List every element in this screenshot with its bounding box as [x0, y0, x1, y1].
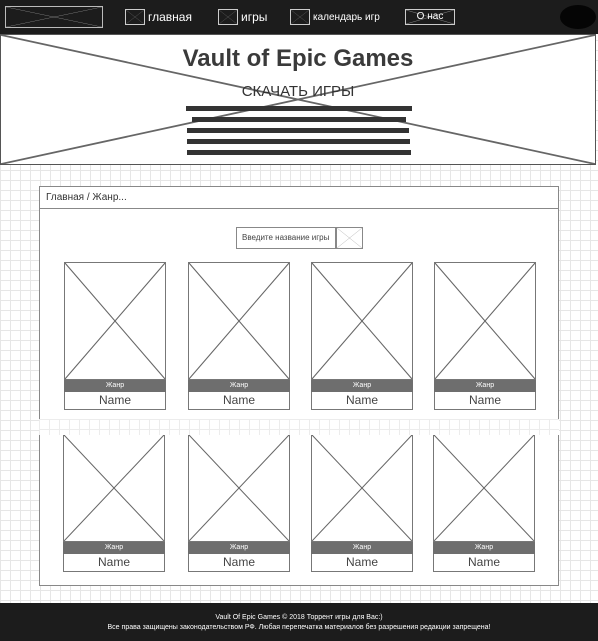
game-name-label: Name	[188, 554, 290, 572]
nav-item-label: календарь игр	[313, 11, 380, 23]
game-genre-label: Жанр	[188, 542, 290, 554]
game-name-label: Name	[433, 554, 535, 572]
game-card[interactable]: Жанр Name	[311, 434, 413, 572]
hero-text-line	[192, 117, 406, 122]
game-genre-label: Жанр	[64, 380, 166, 392]
game-cover-placeholder-icon	[64, 262, 166, 380]
hero-text-line	[187, 139, 410, 144]
game-name-label: Name	[434, 392, 536, 410]
nav-item-home[interactable]: главная	[125, 8, 192, 26]
user-avatar-blob	[560, 5, 596, 29]
search-button[interactable]	[336, 227, 363, 249]
game-card[interactable]: Жанр Name	[64, 262, 166, 410]
game-name-label: Name	[64, 392, 166, 410]
game-card[interactable]: Жанр Name	[188, 434, 290, 572]
game-cover-placeholder-icon	[188, 262, 290, 380]
hero-text-line	[187, 150, 411, 155]
footer-legal-notice: Все права защищены законодательством РФ.…	[107, 624, 491, 631]
nav-item-label: главная	[148, 10, 192, 24]
top-navigation-bar: главная игры календарь игр О нас	[0, 0, 598, 34]
download-games-link[interactable]: СКАЧАТЬ ИГРЫ	[1, 83, 595, 100]
game-genre-label: Жанр	[311, 542, 413, 554]
game-genre-label: Жанр	[433, 542, 535, 554]
game-card[interactable]: Жанр Name	[433, 434, 535, 572]
nav-about-button[interactable]: О нас	[405, 9, 455, 25]
game-name-label: Name	[63, 554, 165, 572]
game-cover-placeholder-icon	[311, 434, 413, 542]
game-name-label: Name	[311, 554, 413, 572]
hero-text-line	[187, 128, 409, 133]
nav-item-games[interactable]: игры	[218, 8, 267, 26]
game-card[interactable]: Жанр Name	[311, 262, 413, 410]
game-cover-placeholder-icon	[311, 262, 413, 380]
game-genre-label: Жанр	[311, 380, 413, 392]
nav-item-game-calendar[interactable]: календарь игр	[290, 8, 380, 26]
nav-about-label: О нас	[416, 11, 444, 22]
image-placeholder-icon	[125, 9, 145, 25]
footer: Vault Of Epic Games © 2018 Торрент игры …	[0, 603, 598, 641]
footer-copyright: Vault Of Epic Games © 2018 Торрент игры …	[215, 614, 383, 621]
game-name-label: Name	[311, 392, 413, 410]
search-input[interactable]: Введите название игры	[236, 227, 336, 249]
game-card[interactable]: Жанр Name	[188, 262, 290, 410]
game-card[interactable]: Жанр Name	[63, 434, 165, 572]
hero-banner: Vault of Epic Games СКАЧАТЬ ИГРЫ	[0, 34, 596, 165]
game-genre-label: Жанр	[188, 380, 290, 392]
game-genre-label: Жанр	[434, 380, 536, 392]
game-card[interactable]: Жанр Name	[434, 262, 536, 410]
breadcrumb[interactable]: Главная / Жанр...	[40, 187, 558, 209]
content-section-gap	[39, 419, 559, 435]
nav-item-label: игры	[241, 10, 268, 24]
search-icon	[337, 228, 362, 248]
logo-placeholder-icon[interactable]	[5, 6, 103, 28]
game-cover-placeholder-icon	[63, 434, 165, 542]
main-content-panel: Главная / Жанр... Введите название игры …	[39, 186, 559, 586]
hero-title: Vault of Epic Games	[182, 45, 414, 72]
image-placeholder-icon	[290, 9, 310, 25]
game-cover-placeholder-icon	[188, 434, 290, 542]
game-genre-label: Жанр	[63, 542, 165, 554]
image-placeholder-icon	[218, 9, 238, 25]
game-name-label: Name	[188, 392, 290, 410]
game-cover-placeholder-icon	[434, 262, 536, 380]
game-cover-placeholder-icon	[433, 434, 535, 542]
hero-text-line	[186, 106, 412, 111]
